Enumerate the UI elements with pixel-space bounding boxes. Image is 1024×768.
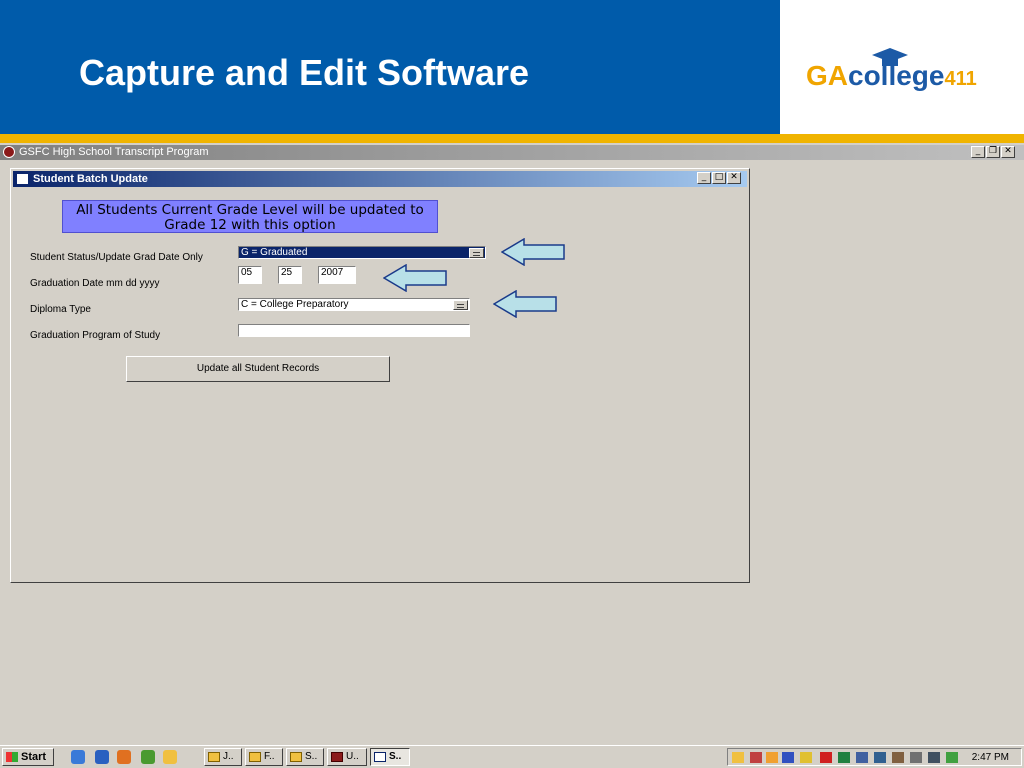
minimize-icon[interactable]: _ [697,172,711,184]
close-icon[interactable]: ✕ [1001,146,1015,158]
grad-year-input[interactable]: 2007 [318,266,356,284]
grad-date-label: Graduation Date mm dd yyyy [30,278,160,289]
status-label: Student Status/Update Grad Date Only [30,252,203,263]
transcript-app-icon [331,752,343,762]
app-window-controls: _ ❐ ✕ [971,146,1015,158]
clock-app-icon[interactable] [163,750,177,764]
taskbar: Start J.. F.. S.. U.. S.. 2:47 PM [0,745,1024,768]
taskbar-item-label: J.. [223,751,234,762]
system-tray: 2:47 PM [727,748,1022,766]
taskbar-item-label: S.. [389,751,402,762]
taskbar-item-active[interactable]: S.. [370,748,410,766]
gold-divider [0,134,1024,143]
network-icon[interactable] [874,752,886,763]
tray-icon[interactable] [782,752,794,763]
taskbar-item[interactable]: S.. [286,748,324,766]
tray-icon[interactable] [766,752,778,763]
grad-month-input[interactable]: 05 [238,266,262,284]
clock: 2:47 PM [971,752,1009,763]
taskbar-item-label: S.. [305,751,318,762]
diploma-label: Diploma Type [30,304,91,315]
desktop-icon[interactable] [71,750,85,764]
app-titlebar[interactable]: GSFC High School Transcript Program _ ❐ … [0,145,1024,160]
slide-title: Capture and Edit Software [79,52,530,93]
dropdown-icon[interactable] [453,300,468,310]
child-titlebar[interactable]: Student Batch Update _ □ ✕ [13,171,747,187]
slide-header: Capture and Edit Software [0,0,780,134]
app-quicklaunch-icon[interactable] [141,750,155,764]
taskbar-item-label: U.. [346,751,359,762]
update-all-records-button[interactable]: Update all Student Records [126,356,390,382]
callout-arrow-icon [501,238,565,266]
app-title: GSFC High School Transcript Program [19,146,209,158]
tray-icon[interactable] [750,752,762,763]
taskbar-item-label: F.. [264,751,275,762]
app-icon [3,146,15,158]
taskbar-item[interactable]: U.. [327,748,367,766]
wireless-icon[interactable] [946,752,958,763]
status-value: G = Graduated [241,247,308,258]
tray-icon[interactable] [892,752,904,763]
grade-update-banner: All Students Current Grade Level will be… [62,200,438,233]
browser-icon[interactable] [95,750,109,764]
close-icon[interactable]: ✕ [727,172,741,184]
window-icon [374,752,386,762]
diploma-combobox[interactable]: C = College Preparatory [238,298,470,311]
mail-icon [249,752,261,762]
display-icon[interactable] [928,752,940,763]
program-input[interactable] [238,324,470,337]
start-button[interactable]: Start [2,748,54,766]
callout-arrow-icon [383,264,447,292]
taskbar-item[interactable]: J.. [204,748,242,766]
gacollege411-logo: GAcollege411 [806,60,977,91]
antivirus-icon[interactable] [820,752,832,763]
firefox-icon[interactable] [117,750,131,764]
restore-icon[interactable]: ❐ [986,146,1000,158]
maximize-icon[interactable]: □ [712,172,726,184]
network-icon[interactable] [856,752,868,763]
mail-icon [290,752,302,762]
mail-tray-icon[interactable] [732,752,744,763]
student-batch-update-window: Student Batch Update _ □ ✕ All Students … [10,168,750,583]
minimize-icon[interactable]: _ [971,146,985,158]
callout-arrow-icon [493,290,557,318]
grad-day-input[interactable]: 25 [278,266,302,284]
taskbar-item[interactable]: F.. [245,748,283,766]
status-combobox[interactable]: G = Graduated [238,246,486,259]
tray-icon[interactable] [800,752,812,763]
dropdown-icon[interactable] [469,248,484,258]
program-label: Graduation Program of Study [30,330,161,341]
mail-icon [208,752,220,762]
windows-logo-icon [6,752,18,762]
tray-icon[interactable] [910,752,922,763]
window-icon [17,174,28,184]
child-title: Student Batch Update [33,173,148,185]
update-button-label: Update all Student Records [196,363,320,374]
start-label: Start [21,751,47,763]
tray-icon[interactable] [838,752,850,763]
diploma-value: C = College Preparatory [241,299,349,310]
child-window-controls: _ □ ✕ [697,172,741,184]
